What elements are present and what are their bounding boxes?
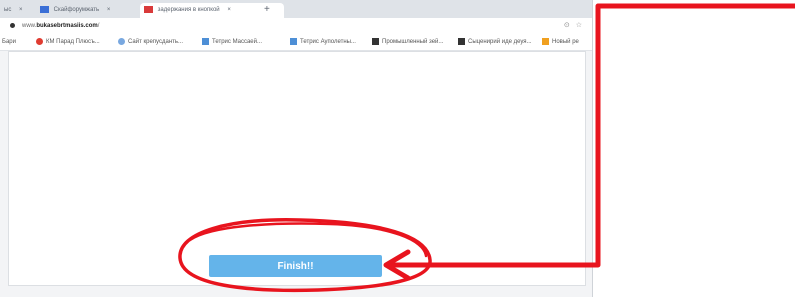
bookmark-item[interactable]: КМ Парад Плюсъ...: [36, 36, 100, 48]
address-bar[interactable]: www.bukasebrtmasiis.com/ ⊙ ☆: [0, 18, 592, 34]
bookmark-star-icon[interactable]: ⊙ ☆: [564, 20, 584, 32]
close-icon[interactable]: ×: [107, 7, 111, 13]
bookmarks-bar: Бари КМ Парад Плюсъ... Сайт крепусданть.…: [0, 34, 592, 51]
folder-icon: [372, 37, 379, 45]
browser-window: ыс × Скайфорумжать × задержания в кнопко…: [0, 0, 593, 297]
favicon-icon: [40, 5, 49, 13]
close-icon[interactable]: ×: [227, 7, 231, 13]
finish-button[interactable]: Finish!!: [209, 255, 382, 277]
tab-0[interactable]: ыс ×: [4, 3, 36, 18]
tab-1-label: Скайфорумжать: [53, 7, 100, 13]
favicon-icon: [144, 5, 153, 13]
close-icon[interactable]: ×: [19, 7, 23, 13]
bookmark-icon: [118, 37, 125, 45]
tab-2-label: задержания в кнопкой: [157, 7, 220, 13]
folder-icon: [458, 37, 465, 45]
bookmark-icon: [36, 37, 43, 45]
bookmark-item[interactable]: Тетрис Ауполетны...: [290, 36, 356, 48]
bookmark-icon: [542, 37, 549, 45]
new-tab-button[interactable]: +: [264, 3, 270, 16]
url-text[interactable]: www.bukasebrtmasiis.com/: [22, 20, 99, 32]
tab-bar: ыс × Скайфорумжать × задержания в кнопко…: [0, 0, 592, 18]
tab-active[interactable]: задержания в кнопкой ×: [140, 3, 284, 18]
bookmark-item[interactable]: Новый ре: [542, 36, 579, 48]
bookmark-item[interactable]: Тетрис Массаей...: [202, 36, 262, 48]
bookmark-item[interactable]: Бари: [2, 36, 16, 48]
bookmark-icon: [290, 37, 297, 45]
bookmark-item[interactable]: Сыценирий иде деуя...: [458, 36, 532, 48]
bookmark-item[interactable]: Сайт крепусданть...: [118, 36, 183, 48]
site-info-icon[interactable]: [10, 23, 15, 28]
tab-0-label: ыс: [4, 7, 12, 13]
page-content: [8, 51, 586, 286]
bookmark-icon: [202, 37, 209, 45]
bookmark-item[interactable]: Промышленный зей...: [372, 36, 443, 48]
